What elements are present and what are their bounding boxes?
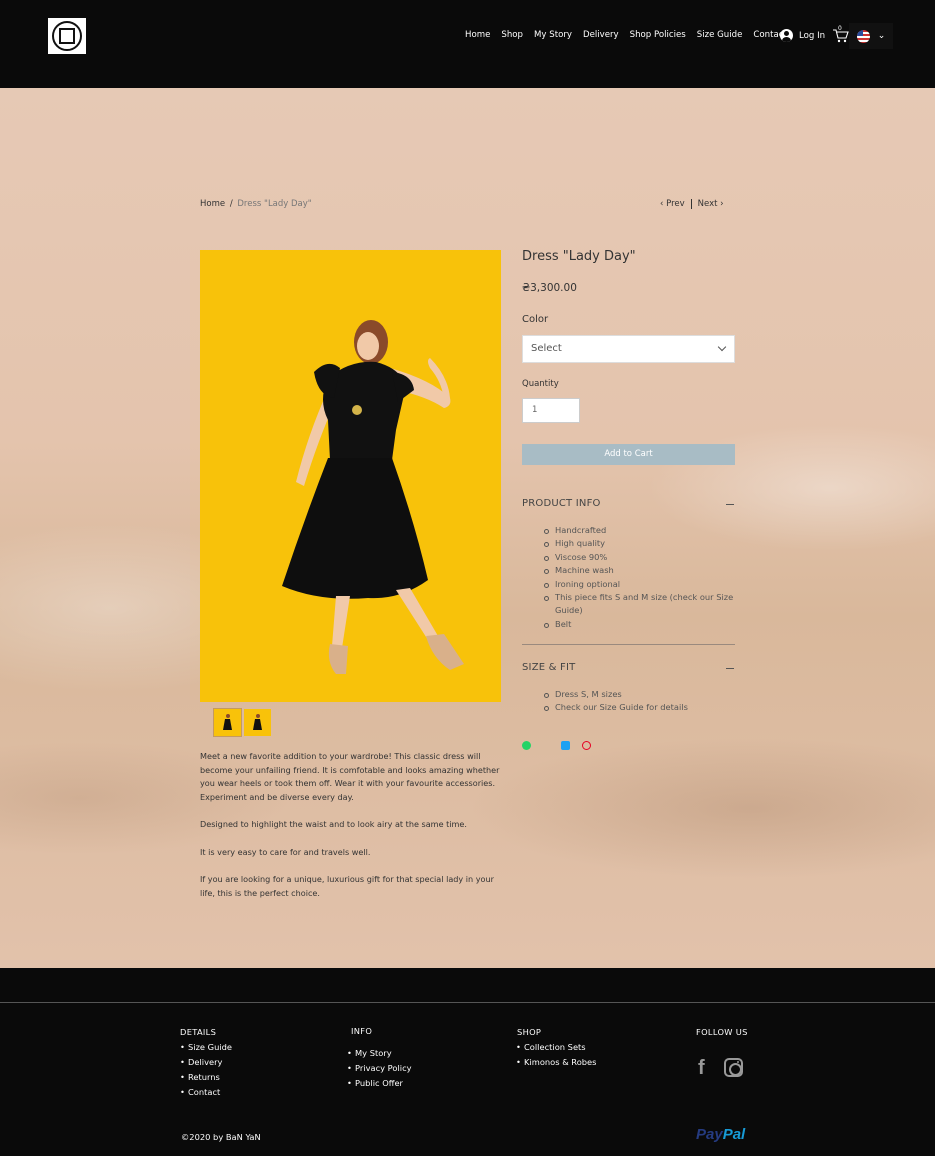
description-paragraph: It is very easy to care for and travels … <box>200 846 371 857</box>
product-price: ₴3,300.00 <box>522 282 577 294</box>
user-icon <box>780 29 793 42</box>
footer-link-delivery[interactable]: Delivery <box>180 1055 232 1070</box>
product-title: Dress "Lady Day" <box>522 249 636 264</box>
model-figure <box>282 320 464 674</box>
quantity-label: Quantity <box>522 379 559 389</box>
list-item: Handcrafted <box>544 524 735 537</box>
site-logo[interactable] <box>48 18 86 54</box>
site-header: Home Shop My Story Delivery Shop Policie… <box>0 0 935 88</box>
thumbnail-figure <box>253 714 262 730</box>
thumbnail-figure <box>223 714 232 730</box>
footer-details-title: DETAILS <box>180 1027 217 1037</box>
paypal-logo: PayPal <box>696 1126 745 1143</box>
list-item: Belt <box>544 618 735 631</box>
color-label: Color <box>522 314 549 325</box>
footer-details-list: Size Guide Delivery Returns Contact <box>180 1040 232 1100</box>
chevron-down-icon: ⌄ <box>877 31 886 41</box>
section-divider <box>522 644 735 645</box>
main-nav: Home Shop My Story Delivery Shop Policie… <box>465 30 798 40</box>
list-item: Check our Size Guide for details <box>544 701 735 714</box>
breadcrumb: Home / Dress "Lady Day" <box>200 199 312 209</box>
description-paragraph: If you are looking for a unique, luxurio… <box>200 874 494 898</box>
add-to-cart-button[interactable]: Add to Cart <box>522 444 735 465</box>
footer-follow-title: FOLLOW US <box>696 1027 748 1037</box>
product-thumbnail[interactable] <box>213 708 242 737</box>
footer-shop-list: Collection Sets Kimonos & Robes <box>516 1040 596 1070</box>
size-fit-list: Dress S, M sizes Check our Size Guide fo… <box>544 688 735 715</box>
nav-size-guide[interactable]: Size Guide <box>697 30 743 40</box>
nav-shop[interactable]: Shop <box>501 30 523 40</box>
login-label: Log In <box>799 30 826 41</box>
product-info-list: Handcrafted High quality Viscose 90% Mac… <box>544 524 735 631</box>
product-thumbnail[interactable] <box>244 709 271 736</box>
footer-link-public-offer[interactable]: Public Offer <box>347 1076 412 1091</box>
list-item: Machine wash <box>544 564 735 577</box>
color-select-value: Select <box>531 343 562 354</box>
footer-link-size-guide[interactable]: Size Guide <box>180 1040 232 1055</box>
twitter-share-icon[interactable] <box>561 741 570 750</box>
list-item: Dress S, M sizes <box>544 688 735 701</box>
quantity-input[interactable]: 1 <box>522 398 580 423</box>
product-page: Home / Dress "Lady Day" ‹ Prev Next › Me… <box>0 88 935 968</box>
footer-shop-title: SHOP <box>517 1027 542 1037</box>
next-link[interactable]: Next › <box>698 199 724 209</box>
list-item: High quality <box>544 537 735 550</box>
prev-label: Prev <box>666 199 685 209</box>
product-main-image[interactable] <box>200 250 501 702</box>
pinterest-share-icon[interactable] <box>582 741 591 750</box>
cart-count: 0 <box>838 25 842 32</box>
nav-my-story[interactable]: My Story <box>534 30 572 40</box>
list-item: Ironing optional <box>544 578 735 591</box>
description-paragraph: Designed to highlight the waist and to l… <box>200 819 467 829</box>
nav-home[interactable]: Home <box>465 30 490 40</box>
footer-link-returns[interactable]: Returns <box>180 1070 232 1085</box>
breadcrumb-separator: / <box>229 199 233 209</box>
product-pager: ‹ Prev Next › <box>660 199 724 209</box>
product-description: Meet a new favorite addition to your war… <box>200 750 500 914</box>
footer-link-my-story[interactable]: My Story <box>347 1046 412 1061</box>
login-button[interactable]: Log In <box>780 29 825 42</box>
breadcrumb-current: Dress "Lady Day" <box>237 199 312 209</box>
facebook-share-icon[interactable] <box>542 741 551 750</box>
collapse-icon[interactable] <box>726 668 734 669</box>
size-fit-toggle[interactable]: SIZE & FIT <box>522 662 575 673</box>
footer-info-list: My Story Privacy Policy Public Offer <box>347 1046 412 1091</box>
cart-button[interactable]: 0 <box>833 25 849 43</box>
site-footer: DETAILS Size Guide Delivery Returns Cont… <box>0 968 935 1156</box>
prev-link[interactable]: ‹ Prev <box>660 199 685 209</box>
nav-shop-policies[interactable]: Shop Policies <box>630 30 686 40</box>
footer-divider <box>0 1002 935 1003</box>
description-paragraph: Meet a new favorite addition to your war… <box>200 751 500 802</box>
pager-divider <box>690 199 692 209</box>
footer-link-privacy-policy[interactable]: Privacy Policy <box>347 1061 412 1076</box>
collapse-icon[interactable] <box>726 504 734 505</box>
paypal-logo-part: Pay <box>696 1126 723 1143</box>
whatsapp-share-icon[interactable] <box>522 741 531 750</box>
chevron-down-icon <box>717 342 727 352</box>
instagram-icon[interactable] <box>724 1058 743 1077</box>
footer-link-collection-sets[interactable]: Collection Sets <box>516 1040 596 1055</box>
footer-info-title: INFO <box>351 1026 373 1036</box>
logo-mark <box>52 21 82 51</box>
paypal-logo-part: Pal <box>722 1126 746 1143</box>
facebook-icon[interactable]: f <box>698 1058 710 1078</box>
color-select[interactable]: Select <box>522 335 735 363</box>
list-item: This piece fits S and M size (check our … <box>544 591 735 618</box>
breadcrumb-home[interactable]: Home <box>200 199 225 209</box>
next-label: Next <box>697 199 718 209</box>
footer-link-kimonos-robes[interactable]: Kimonos & Robes <box>516 1055 596 1070</box>
copyright-text: ©2020 by BaN YaN <box>181 1132 261 1142</box>
product-info-toggle[interactable]: PRODUCT INFO <box>522 498 601 509</box>
footer-link-contact[interactable]: Contact <box>180 1085 232 1100</box>
list-item: Viscose 90% <box>544 551 735 564</box>
nav-delivery[interactable]: Delivery <box>583 30 619 40</box>
us-flag-icon <box>856 29 870 43</box>
language-selector[interactable]: ⌄ <box>849 23 893 49</box>
